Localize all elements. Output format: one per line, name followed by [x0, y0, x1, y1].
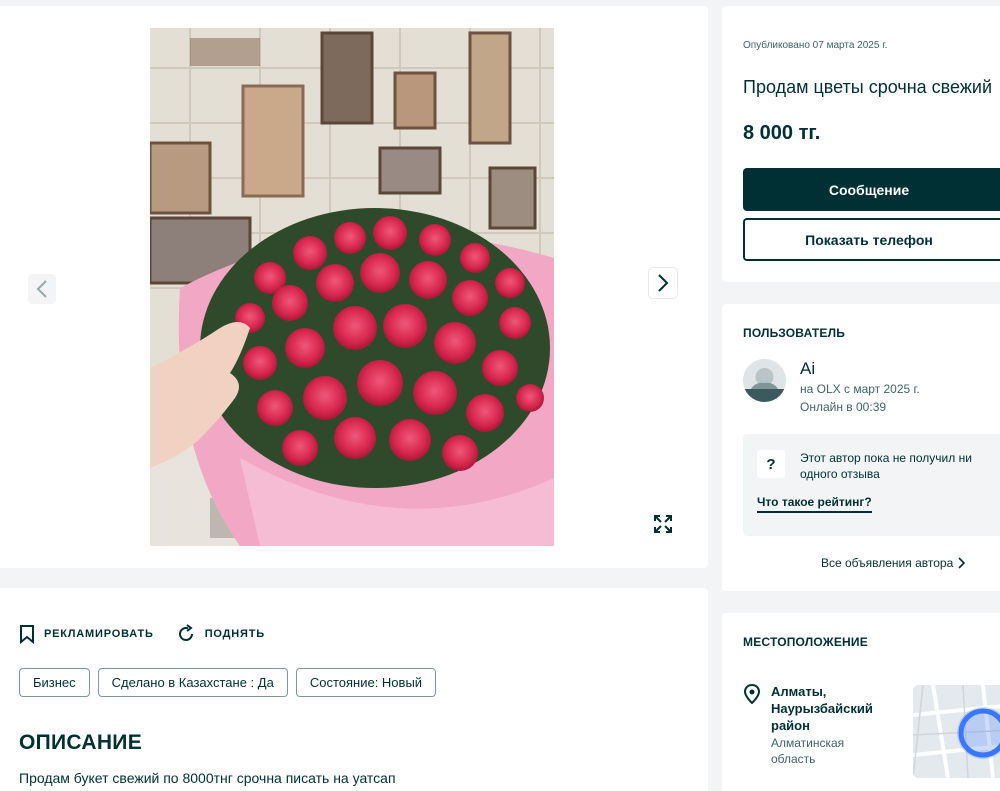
listing-summary: Опубликовано 07 марта 2025 г. Продам цве…: [722, 6, 1000, 282]
all-author-ads-link[interactable]: Все объявления автора: [821, 556, 966, 570]
refresh-icon: [178, 624, 193, 641]
location-city: Алматы, Наурызбайский район: [771, 684, 873, 733]
raise-button[interactable]: ПОДНЯТЬ: [176, 624, 265, 644]
prev-photo-button[interactable]: [28, 274, 56, 304]
description-text: Продам букет свежий по 8000тнг срочна пи…: [19, 770, 396, 786]
next-photo-button[interactable]: [649, 268, 677, 298]
rating-info-box: ? Этот автор пока не получил ни одного о…: [743, 434, 1000, 536]
what-is-rating-link[interactable]: Что такое рейтинг?: [757, 495, 872, 513]
seller-section-title: ПОЛЬЗОВАТЕЛЬ: [743, 326, 846, 340]
listing-title: Продам цветы срочна свежий: [743, 77, 992, 97]
tag-made-in-kazakhstan: Сделано в Казахстане : Да: [97, 668, 288, 697]
seller-name[interactable]: Ai: [800, 359, 815, 379]
location-section-title: МЕСТОПОЛОЖЕНИЕ: [743, 635, 868, 649]
location-map[interactable]: [913, 685, 1000, 778]
promotion-actions: РЕКЛАМИРОВАТЬ ПОДНЯТЬ: [19, 624, 287, 644]
published-date: Опубликовано 07 марта 2025 г.: [743, 40, 888, 51]
avatar[interactable]: [743, 359, 786, 402]
chevron-right-icon: [958, 557, 966, 569]
location-pin-icon: [743, 684, 761, 704]
listing-photo[interactable]: [150, 28, 554, 546]
chevron-left-icon: [36, 280, 47, 298]
all-ads-label: Все объявления автора: [821, 556, 954, 570]
promote-label: РЕКЛАМИРОВАТЬ: [44, 628, 154, 640]
location-card: МЕСТОПОЛОЖЕНИЕ Алматы, Наурызбайский рай…: [722, 613, 1000, 791]
tag-business: Бизнес: [19, 668, 90, 697]
message-button[interactable]: Сообщение: [743, 168, 1000, 211]
seller-card: ПОЛЬЗОВАТЕЛЬ Ai на OLX с март 2025 г. Он…: [722, 304, 1000, 591]
seller-last-online: Онлайн в 00:39: [800, 400, 887, 414]
listing-details: РЕКЛАМИРОВАТЬ ПОДНЯТЬ Бизнес Сделано в К…: [0, 588, 708, 791]
tag-condition: Состояние: Новый: [295, 668, 437, 697]
chevron-right-icon: [658, 274, 669, 292]
rating-text: Этот автор пока не получил ни одного отз…: [800, 451, 972, 481]
question-icon: ?: [757, 450, 785, 478]
listing-price: 8 000 тг.: [743, 122, 821, 144]
description-title: ОПИСАНИЕ: [19, 731, 142, 754]
expand-icon: [654, 515, 672, 533]
promote-button[interactable]: РЕКЛАМИРОВАТЬ: [19, 624, 154, 644]
photo-gallery: [0, 6, 708, 568]
seller-member-since: на OLX с март 2025 г.: [800, 382, 920, 396]
location-region: Алматинская область: [771, 736, 845, 766]
fullscreen-button[interactable]: [648, 509, 678, 539]
bookmark-icon: [20, 625, 34, 644]
show-phone-button[interactable]: Показать телефон: [743, 218, 1000, 261]
parameter-tags: Бизнес Сделано в Казахстане : Да Состоян…: [19, 668, 444, 697]
raise-label: ПОДНЯТЬ: [204, 628, 265, 640]
